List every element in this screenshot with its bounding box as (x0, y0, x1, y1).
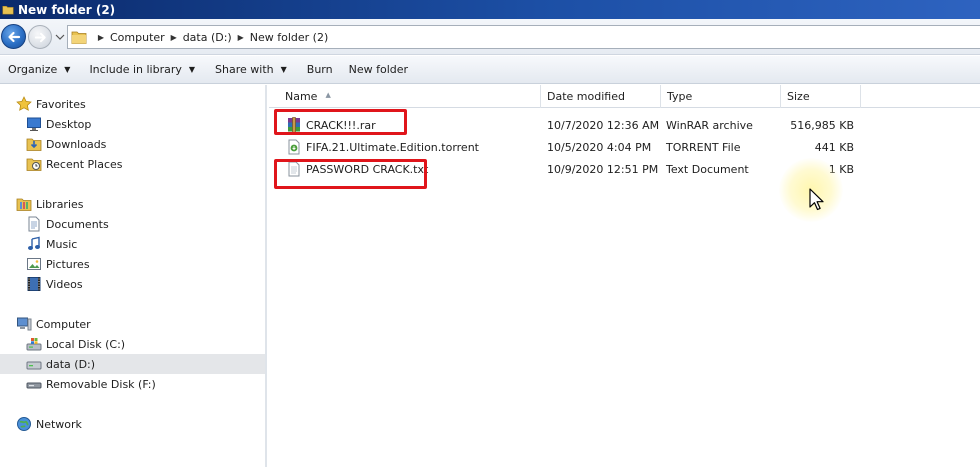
desktop-icon (27, 117, 41, 131)
music-icon (28, 236, 40, 250)
system-drive-icon (26, 338, 42, 351)
include-in-library-button[interactable]: Include in library ▼ (89, 56, 195, 83)
burn-button[interactable]: Burn (307, 56, 333, 83)
include-in-library-label: Include in library (89, 63, 182, 76)
file-size-cell: 516,985 KB (790, 118, 854, 132)
nav-computer[interactable]: Computer (0, 314, 265, 334)
nav-local-disk-c[interactable]: Local Disk (C:) (0, 334, 265, 354)
highlight-box-crack-rar (274, 109, 407, 135)
file-type-cell: TORRENT File (666, 140, 741, 154)
column-header-size[interactable]: Size (781, 85, 861, 108)
column-header-row: Name ▲ Date modified Type Size (269, 85, 980, 108)
nav-pictures[interactable]: Pictures (0, 254, 265, 274)
file-size-cell: 441 KB (814, 140, 854, 154)
star-icon (16, 96, 32, 111)
computer-icon (17, 317, 32, 331)
column-header-type[interactable]: Type (661, 85, 781, 108)
organize-button[interactable]: Organize ▼ (8, 56, 70, 83)
nav-network[interactable]: Network (0, 414, 265, 434)
nav-libraries[interactable]: Libraries (0, 194, 265, 214)
removable-disk-icon (26, 382, 42, 389)
nav-videos[interactable]: Videos (0, 274, 265, 294)
share-with-label: Share with (215, 63, 274, 76)
column-header-name[interactable]: Name ▲ (269, 85, 541, 108)
torrent-file-icon (288, 139, 300, 155)
title-bar[interactable]: New folder (2) (0, 0, 980, 19)
organize-label: Organize (8, 63, 58, 76)
arrow-right-icon (34, 32, 46, 42)
file-list-pane[interactable]: Name ▲ Date modified Type Size CRACK!!!.… (269, 85, 980, 467)
network-icon (17, 417, 31, 431)
new-folder-label: New folder (348, 63, 409, 76)
chevron-down-icon: ▼ (280, 65, 287, 74)
file-type-cell: Text Document (666, 162, 749, 176)
file-name-cell: FIFA.21.Ultimate.Edition.torrent (286, 136, 536, 158)
window-title: New folder (2) (18, 2, 116, 17)
burn-label: Burn (306, 63, 333, 76)
column-header-date-modified[interactable]: Date modified (541, 85, 661, 108)
hard-drive-icon (26, 361, 42, 370)
file-type-cell: WinRAR archive (666, 118, 753, 132)
column-size-label: Size (787, 90, 810, 103)
forward-button[interactable] (28, 25, 52, 49)
file-date-cell: 10/9/2020 12:51 PM (547, 162, 659, 176)
nav-favorites[interactable]: Favorites (0, 94, 265, 114)
nav-recent-places[interactable]: Recent Places (0, 154, 265, 174)
downloads-icon (26, 138, 42, 151)
chevron-down-icon: ▼ (64, 65, 71, 74)
share-with-button[interactable]: Share with ▼ (215, 56, 287, 83)
chevron-down-icon: ▼ (188, 65, 196, 74)
breadcrumb-new-folder-2[interactable]: New folder (2) (247, 31, 332, 44)
column-name-label: Name (285, 90, 318, 103)
folder-icon (71, 31, 87, 44)
recent-pages-chevron-icon[interactable] (55, 33, 65, 41)
recent-places-icon (26, 158, 42, 171)
breadcrumb-computer[interactable]: Computer (107, 31, 168, 44)
nav-music[interactable]: Music (0, 234, 265, 254)
file-date-cell: 10/5/2020 4:04 PM (547, 140, 652, 154)
nav-documents[interactable]: Documents (0, 214, 265, 234)
sort-ascending-icon: ▲ (325, 90, 331, 99)
breadcrumb-separator[interactable]: ▶ (235, 33, 247, 42)
nav-desktop[interactable]: Desktop (0, 114, 265, 134)
address-bar[interactable]: ▶ Computer ▶ data (D:) ▶ New folder (2) (67, 25, 980, 49)
folder-icon (2, 5, 14, 14)
arrow-left-icon (7, 31, 20, 42)
videos-icon (27, 277, 41, 291)
nav-removable-disk-f[interactable]: Removable Disk (F:) (0, 374, 265, 394)
libraries-icon (16, 198, 32, 211)
column-date-label: Date modified (547, 90, 625, 103)
new-folder-button[interactable]: New folder (349, 56, 408, 83)
file-date-cell: 10/7/2020 12:36 AM (547, 118, 660, 132)
breadcrumb-separator[interactable]: ▶ (95, 33, 107, 42)
pictures-icon (27, 258, 41, 270)
file-name: FIFA.21.Ultimate.Edition.torrent (306, 140, 479, 154)
breadcrumb-separator[interactable]: ▶ (168, 33, 180, 42)
back-button[interactable] (1, 24, 26, 49)
command-bar: Organize ▼ Include in library ▼ Share wi… (0, 56, 980, 84)
mouse-pointer-icon (809, 188, 824, 211)
nav-data-d[interactable]: data (D:) (0, 354, 265, 374)
navigation-pane[interactable]: Favorites Desktop Downloads Recent Place… (0, 85, 267, 467)
nav-downloads[interactable]: Downloads (0, 134, 265, 154)
table-row[interactable]: FIFA.21.Ultimate.Edition.torrent 10/5/20… (269, 136, 980, 158)
address-row: ▶ Computer ▶ data (D:) ▶ New folder (2) (0, 19, 980, 55)
breadcrumb-data-d[interactable]: data (D:) (180, 31, 235, 44)
column-type-label: Type (667, 90, 693, 103)
documents-icon (28, 216, 40, 232)
highlight-box-password-txt (274, 159, 427, 189)
